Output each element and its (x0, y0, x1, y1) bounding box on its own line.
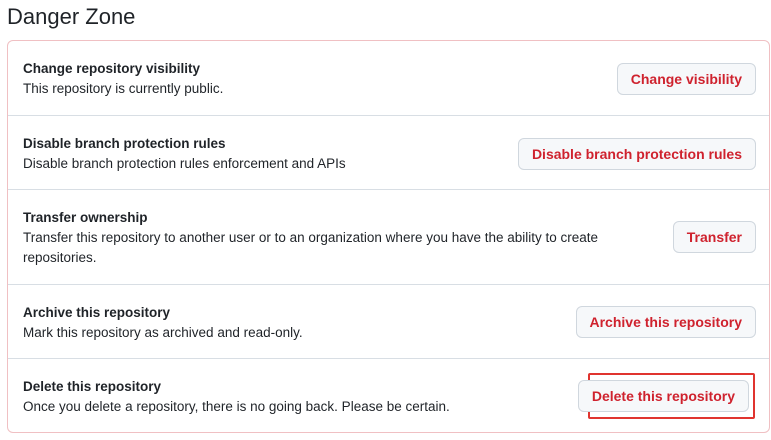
row-transfer-ownership: Transfer ownership Transfer this reposit… (8, 189, 769, 284)
row-disable-branch-protection: Disable branch protection rules Disable … (8, 115, 769, 189)
row-title: Change repository visibility (23, 61, 201, 76)
row-delete-repository: Delete this repository Once you delete a… (8, 358, 769, 432)
disable-branch-protection-button[interactable]: Disable branch protection rules (517, 138, 756, 170)
row-change-visibility: Change repository visibility This reposi… (8, 41, 769, 115)
row-archive-repository: Archive this repository Mark this reposi… (8, 284, 769, 358)
transfer-button[interactable]: Transfer (672, 221, 756, 253)
archive-repository-button[interactable]: Archive this repository (575, 306, 756, 338)
row-description: Once you delete a repository, there is n… (23, 399, 450, 414)
page-title: Danger Zone (7, 4, 136, 29)
change-visibility-button[interactable]: Change visibility (616, 63, 756, 95)
row-description: This repository is currently public. (23, 81, 224, 96)
row-title: Delete this repository (23, 379, 162, 394)
row-title: Archive this repository (23, 305, 171, 320)
row-title: Transfer ownership (23, 210, 148, 225)
row-title: Disable branch protection rules (23, 136, 226, 151)
delete-repository-button[interactable]: Delete this repository (577, 380, 749, 412)
row-description: Transfer this repository to another user… (23, 230, 599, 265)
danger-zone-box: Change repository visibility This reposi… (7, 40, 770, 433)
row-description: Mark this repository as archived and rea… (23, 325, 303, 340)
